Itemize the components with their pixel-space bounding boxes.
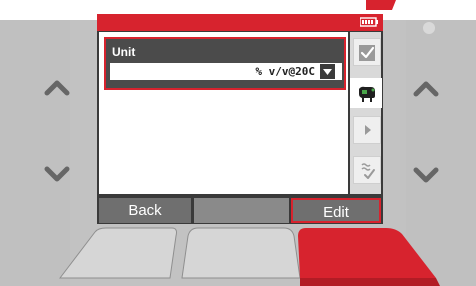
right-up-chevron-icon[interactable] (412, 80, 440, 98)
unit-value: % v/v@20C (255, 65, 315, 78)
tab-cow[interactable] (350, 78, 382, 108)
status-bar (97, 14, 383, 31)
left-up-chevron-icon[interactable] (44, 80, 70, 96)
right-down-chevron-icon[interactable] (412, 166, 440, 184)
checkmark-icon (359, 45, 375, 61)
cow-icon (359, 86, 375, 102)
tab-checkmark[interactable] (353, 38, 381, 66)
tab-steam-check[interactable] (353, 156, 381, 184)
back-button[interactable]: Back (99, 198, 191, 223)
edit-button[interactable]: Edit (291, 198, 381, 223)
dropdown-arrow-icon[interactable] (320, 64, 335, 79)
tab-arrow-right[interactable] (353, 116, 381, 144)
battery-icon (360, 17, 378, 27)
arrow-right-icon (365, 125, 371, 135)
middle-softkey[interactable] (194, 198, 289, 223)
steam-check-icon (361, 163, 375, 179)
unit-label: Unit (112, 45, 136, 59)
left-down-chevron-icon[interactable] (44, 166, 70, 182)
